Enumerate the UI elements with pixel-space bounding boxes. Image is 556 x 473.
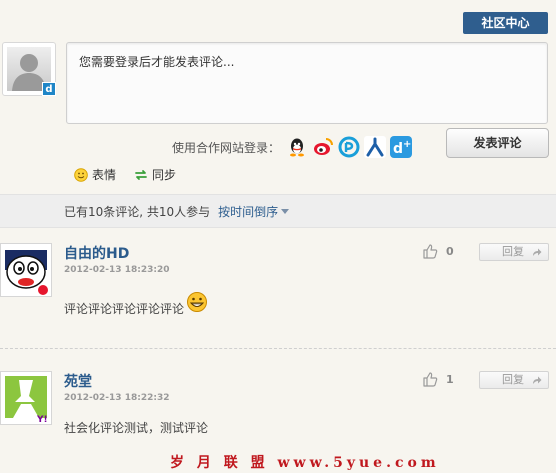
reply-arrow-icon [533,248,542,256]
like-button[interactable]: 1 [422,371,454,387]
chevron-down-icon [281,208,290,214]
renren-icon[interactable] [364,136,387,158]
sort-dropdown[interactable]: 按时间倒序 [218,203,290,220]
reply-label: 回复 [502,245,524,258]
emoji-label: 表情 [92,168,117,182]
reply-button[interactable]: 回复 [479,371,549,389]
comment-input[interactable]: 您需要登录后才能发表评论... [66,42,548,124]
svg-text:d: d [393,141,403,157]
comment-timestamp: 2012-02-13 18:22:32 [64,393,170,403]
sync-tool[interactable]: 同步 [134,166,176,183]
qq-icon[interactable] [286,136,308,158]
comment-count-text: 已有10条评论, 共10人参与 [64,204,211,219]
comment-body: 社会化评论测试，测试评论 [64,421,209,435]
avatar [0,243,52,297]
sync-arrows-icon [135,169,147,180]
reply-arrow-icon [533,376,542,384]
commenter-name[interactable]: 苑堂 [64,371,92,391]
comment-text: 社会化评论测试，测试评论 [64,419,208,436]
comment-summary-bar: 已有10条评论, 共10人参与 按时间倒序 [0,194,556,228]
comment-body: 评论评论评论评论评论 [64,301,185,316]
weibo-icon[interactable] [312,136,334,158]
reply-label: 回复 [502,373,524,386]
kaixin-icon[interactable]: d + [390,136,413,158]
reply-button[interactable]: 回复 [479,243,549,261]
comment-timestamp: 2012-02-13 18:23:20 [64,265,170,275]
svg-text:+: + [403,139,411,150]
watermark-text: 岁 月 联 盟 www.5yue.com [170,455,440,471]
like-button[interactable]: 0 [422,243,454,259]
commenter-name[interactable]: 自由的HD [64,243,129,263]
sync-label: 同步 [152,168,177,182]
pengyou-icon[interactable] [338,136,360,158]
composer-tools: 表情 同步 [74,166,176,183]
like-count: 1 [446,372,454,386]
community-center-button[interactable]: 社区中心 [463,12,548,34]
like-count: 0 [446,244,454,258]
partner-login-label: 使用合作网站登录： [172,140,281,155]
smiley-icon [74,167,88,182]
emoji-tool[interactable]: 表情 [74,166,116,183]
thumbs-up-icon [423,244,438,259]
svg-text:Y!: Y! [36,415,48,424]
comment-divider [0,348,556,349]
comment-text: 评论评论评论评论评论 [64,292,208,319]
sort-label: 按时间倒序 [218,204,279,219]
grin-emoji-icon [187,292,208,312]
current-user-avatar: d [2,42,56,96]
partner-login-row: 使用合作网站登录： d + [172,134,413,160]
submit-comment-button[interactable]: 发表评论 [446,128,549,158]
thumbs-up-icon [423,372,438,387]
platform-badge-icon: d [42,82,56,96]
avatar: Y! [0,371,52,425]
